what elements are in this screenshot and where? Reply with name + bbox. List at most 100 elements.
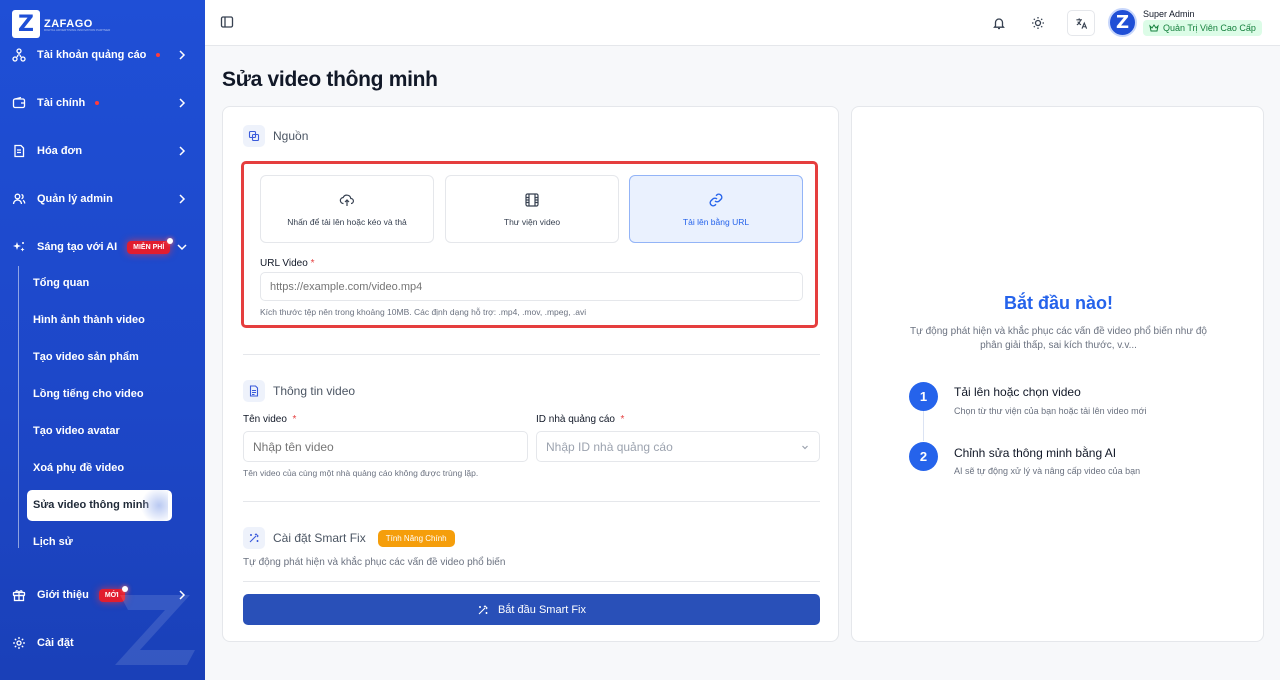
sidebar-item-invoices[interactable]: Hóa đơn: [0, 136, 205, 166]
sidebar-sub-history[interactable]: Lịch sử: [33, 532, 73, 552]
video-name-input[interactable]: [243, 431, 528, 462]
sidebar-sub-image-to-video[interactable]: Hình ảnh thành video: [33, 310, 145, 330]
logo-mark: Z: [12, 10, 40, 38]
url-hint: Kích thước tệp nên trong khoảng 10MB. Cá…: [260, 307, 587, 317]
step-subtitle: AI sẽ tự động xử lý và nâng cấp video củ…: [954, 466, 1141, 476]
subnav-line: [18, 266, 19, 548]
url-label: URL Video *: [260, 258, 315, 269]
required-mark: *: [620, 414, 625, 425]
user-name: Super Admin: [1143, 9, 1195, 19]
option-label: Thư viện video: [503, 216, 561, 227]
video-name-label-text: Tên video: [243, 414, 287, 425]
notification-dot: [95, 101, 100, 105]
step-number: 1: [909, 382, 938, 411]
brand-tagline: DIGITAL ADVERTISING INNOVATION PARTNER: [44, 28, 111, 32]
main-feature-badge: Tính Năng Chính: [377, 529, 455, 547]
sidebar-sub-voiceover[interactable]: Lồng tiếng cho video: [33, 384, 144, 404]
smart-fix-description: Tự động phát hiện và khắc phục các vấn đ…: [243, 557, 506, 568]
document-icon: [243, 380, 265, 402]
gear-icon: [12, 636, 26, 650]
free-badge: MIỄN PHÍ: [127, 237, 174, 254]
active-glow: [138, 490, 168, 521]
role-badge: Quản Trị Viên Cao Cấp: [1143, 20, 1262, 36]
required-mark: *: [310, 258, 315, 269]
film-icon: [525, 192, 539, 207]
sun-icon[interactable]: [1030, 15, 1046, 31]
source-section-heading: Nguồn: [243, 125, 308, 147]
step-subtitle: Chọn từ thư viện của bạn hoặc tải lên vi…: [954, 406, 1147, 416]
sidebar-item-label: Hóa đơn: [37, 145, 83, 157]
role-label: Quản Trị Viên Cao Cấp: [1163, 23, 1256, 33]
sidebar-item-finance[interactable]: Tài chính: [0, 88, 205, 118]
sidebar-sub-remove-subtitles[interactable]: Xoá phụ đề video: [33, 458, 124, 478]
advertiser-id-label: ID nhà quảng cáo *: [536, 414, 624, 425]
sidebar-item-label: Giới thiệu: [37, 589, 89, 601]
intro-description: Tự động phát hiện và khắc phục các vấn đ…: [910, 326, 1207, 351]
divider: [243, 581, 820, 582]
option-label: Tải lên bằng URL: [682, 216, 750, 227]
translate-icon: [1075, 17, 1087, 29]
step-connector: [923, 411, 924, 441]
invoice-icon: [12, 144, 26, 158]
sidebar-item-label: Quản lý admin: [37, 193, 113, 205]
sidebar-item-ai-creative[interactable]: Sáng tạo với AI MIỄN PHÍ: [0, 232, 205, 262]
advertiser-id-label-text: ID nhà quảng cáo: [536, 414, 615, 425]
copy-icon: [243, 125, 265, 147]
chevron-right-icon: [179, 98, 186, 108]
brand-logo[interactable]: Z ZAFAGO: [12, 10, 93, 38]
edit-form-card: Nguồn Nhấn để tải lên hoặc kéo và thả Th…: [222, 106, 839, 642]
gift-icon: [12, 588, 26, 602]
sidebar-sub-label: Sửa video thông minh: [33, 499, 150, 511]
sidebar-item-label: Tài chính: [37, 97, 86, 109]
logo-watermark-icon: [115, 595, 195, 665]
url-label-text: URL Video: [260, 258, 308, 269]
sidebar-item-admin[interactable]: Quản lý admin: [0, 184, 205, 214]
link-icon: [709, 193, 723, 206]
select-placeholder: Nhập ID nhà quảng cáo: [546, 439, 673, 454]
bell-icon[interactable]: [991, 15, 1007, 31]
intro-card: Bắt đầu nào! Tự động phát hiện và khắc p…: [851, 106, 1264, 642]
chevron-right-icon: [179, 50, 186, 60]
divider: [243, 501, 820, 502]
library-option[interactable]: Thư viện video: [445, 175, 619, 243]
users-icon: [12, 192, 26, 206]
intro-title: Bắt đầu nào!: [1003, 293, 1113, 313]
advertiser-id-select[interactable]: Nhập ID nhà quảng cáo: [536, 431, 820, 462]
sidebar-sub-product-video[interactable]: Tạo video sản phẩm: [33, 347, 139, 367]
sidebar-sub-overview[interactable]: Tổng quan: [33, 273, 89, 293]
url-input[interactable]: [260, 272, 803, 301]
crown-icon: [1149, 24, 1159, 32]
section-title: Nguồn: [273, 129, 309, 143]
chevron-down-icon: [177, 244, 187, 251]
section-title: Thông tin video: [273, 384, 356, 398]
required-mark: *: [292, 414, 297, 425]
sidebar-sub-avatar-video[interactable]: Tạo video avatar: [33, 421, 120, 441]
option-label: Nhấn để tải lên hoặc kéo và thả: [287, 216, 407, 227]
chevron-right-icon: [179, 146, 186, 156]
magic-wand-icon: [478, 604, 488, 614]
sidebar-item-ad-accounts[interactable]: Tài khoản quảng cáo: [0, 40, 205, 70]
chevron-down-icon: [802, 445, 808, 450]
video-name-label: Tên video *: [243, 414, 296, 425]
network-icon: [12, 48, 26, 62]
step-title: Chỉnh sửa thông minh bằng AI: [954, 446, 1117, 460]
language-button[interactable]: [1067, 10, 1095, 36]
wallet-icon: [12, 96, 26, 110]
url-option[interactable]: Tải lên bằng URL: [629, 175, 803, 243]
notification-dot: [156, 53, 161, 57]
topbar: Z Super Admin Quản Trị Viên Cao Cấp: [205, 0, 1280, 46]
magic-wand-icon: [243, 527, 265, 549]
upload-option[interactable]: Nhấn để tải lên hoặc kéo và thả: [260, 175, 434, 243]
video-info-heading: Thông tin video: [243, 380, 355, 402]
video-name-hint: Tên video của cùng một nhà quảng cáo khô…: [243, 468, 479, 478]
sidebar-item-label: Sáng tạo với AI: [37, 241, 118, 253]
page-title: Sửa video thông minh: [222, 68, 438, 91]
chevron-right-icon: [179, 194, 186, 204]
start-smart-fix-button[interactable]: Bắt đầu Smart Fix: [243, 594, 820, 625]
divider: [243, 354, 820, 355]
sidebar-toggle-icon[interactable]: [219, 14, 235, 30]
avatar[interactable]: Z: [1108, 8, 1137, 37]
step-title: Tải lên hoặc chọn video: [954, 385, 1081, 399]
sidebar-sub-smart-edit[interactable]: Sửa video thông minh: [27, 490, 172, 521]
section-title: Cài đặt Smart Fix: [273, 531, 366, 545]
